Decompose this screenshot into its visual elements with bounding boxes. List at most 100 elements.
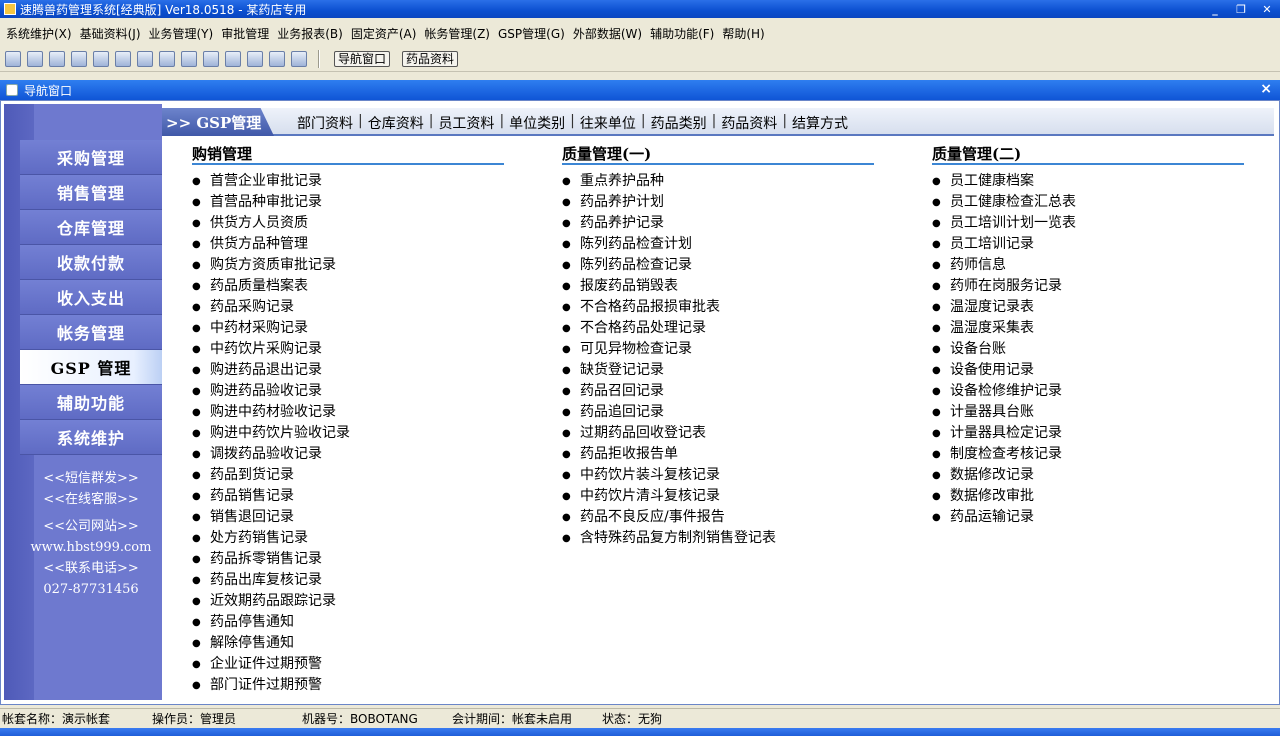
print-icon[interactable] bbox=[247, 50, 263, 67]
restore-button[interactable]: ❐ bbox=[1228, 3, 1254, 16]
grid-icon[interactable] bbox=[27, 50, 43, 67]
list-item-label[interactable]: 购进药品验收记录 bbox=[210, 381, 322, 402]
menu-external-data[interactable]: 外部数据(W) bbox=[569, 25, 646, 42]
list-item[interactable]: ● 药品不良反应/事件报告 bbox=[562, 507, 874, 528]
list-item[interactable]: ● 购货方资质审批记录 bbox=[192, 255, 504, 276]
list-item-label[interactable]: 计量器具检定记录 bbox=[950, 423, 1062, 444]
list-item-label[interactable]: 首营品种审批记录 bbox=[210, 192, 322, 213]
monitor-icon[interactable] bbox=[203, 50, 219, 67]
list-item-label[interactable]: 药品采购记录 bbox=[210, 297, 294, 318]
list-item[interactable]: ● 药品拆零销售记录 bbox=[192, 549, 504, 570]
link-drug-data[interactable]: 药品资料 bbox=[716, 113, 782, 133]
list-item-label[interactable]: 销售退回记录 bbox=[210, 507, 294, 528]
list-item[interactable]: ● 设备检修维护记录 bbox=[932, 381, 1244, 402]
list-item-label[interactable]: 药品拒收报告单 bbox=[580, 444, 678, 465]
sidebar-item-sales[interactable]: 销售管理 bbox=[20, 175, 162, 210]
list-item-label[interactable]: 报废药品销毁表 bbox=[580, 276, 678, 297]
list-item-label[interactable]: 过期药品回收登记表 bbox=[580, 423, 706, 444]
link-settlement[interactable]: 结算方式 bbox=[787, 113, 853, 133]
list-item[interactable]: ● 温湿度记录表 bbox=[932, 297, 1244, 318]
list-item-label[interactable]: 药品不良反应/事件报告 bbox=[580, 507, 725, 528]
list-item-label[interactable]: 药品出库复核记录 bbox=[210, 570, 322, 591]
sidebar-item-accounts[interactable]: 帐务管理 bbox=[20, 315, 162, 350]
list-item-label[interactable]: 购进中药饮片验收记录 bbox=[210, 423, 350, 444]
list-item[interactable]: ● 药师信息 bbox=[932, 255, 1244, 276]
list-item-label[interactable]: 企业证件过期预警 bbox=[210, 654, 322, 675]
list-item-label[interactable]: 购进药品退出记录 bbox=[210, 360, 322, 381]
menu-business[interactable]: 业务管理(Y) bbox=[145, 25, 218, 42]
list-item[interactable]: ● 员工培训记录 bbox=[932, 234, 1244, 255]
list-item-label[interactable]: 药品销售记录 bbox=[210, 486, 294, 507]
list-item-label[interactable]: 设备检修维护记录 bbox=[950, 381, 1062, 402]
list-item[interactable]: ● 中药饮片采购记录 bbox=[192, 339, 504, 360]
list-item-label[interactable]: 部门证件过期预警 bbox=[210, 675, 322, 696]
list-item[interactable]: ● 温湿度采集表 bbox=[932, 318, 1244, 339]
list-item-label[interactable]: 数据修改审批 bbox=[950, 486, 1034, 507]
website-link[interactable]: <<公司网站>> bbox=[20, 516, 162, 537]
list-item[interactable]: ● 药品销售记录 bbox=[192, 486, 504, 507]
list-item-label[interactable]: 可见异物检查记录 bbox=[580, 339, 692, 360]
save-icon[interactable] bbox=[225, 50, 241, 67]
sidebar-item-payments[interactable]: 收款付款 bbox=[20, 245, 162, 280]
list-item-label[interactable]: 近效期药品跟踪记录 bbox=[210, 591, 336, 612]
list-item[interactable]: ● 药品召回记录 bbox=[562, 381, 874, 402]
list-item-label[interactable]: 处方药销售记录 bbox=[210, 528, 308, 549]
list-item-label[interactable]: 不合格药品报损审批表 bbox=[580, 297, 720, 318]
menu-reports[interactable]: 业务报表(B) bbox=[273, 25, 347, 42]
list-item-label[interactable]: 设备台账 bbox=[950, 339, 1006, 360]
drug-data-button[interactable]: 药品资料 bbox=[402, 50, 459, 67]
link-departments[interactable]: 部门资料 bbox=[292, 113, 358, 133]
list-item-label[interactable]: 首营企业审批记录 bbox=[210, 171, 322, 192]
list-item[interactable]: ● 中药饮片清斗复核记录 bbox=[562, 486, 874, 507]
list-item-label[interactable]: 重点养护品种 bbox=[580, 171, 664, 192]
menu-fixed-assets[interactable]: 固定资产(A) bbox=[347, 25, 421, 42]
list-item[interactable]: ● 购进药品验收记录 bbox=[192, 381, 504, 402]
list-item-label[interactable]: 解除停售通知 bbox=[210, 633, 294, 654]
list-item[interactable]: ● 报废药品销毁表 bbox=[562, 276, 874, 297]
website-url[interactable]: www.hbst999.com bbox=[20, 537, 162, 558]
link-warehouses[interactable]: 仓库资料 bbox=[363, 113, 429, 133]
list-item[interactable]: ● 员工健康检查汇总表 bbox=[932, 192, 1244, 213]
list-item-label[interactable]: 供货方人员资质 bbox=[210, 213, 308, 234]
list-item-label[interactable]: 药品追回记录 bbox=[580, 402, 664, 423]
help-icon[interactable] bbox=[269, 50, 285, 67]
list-item-label[interactable]: 员工健康检查汇总表 bbox=[950, 192, 1076, 213]
window-icon[interactable] bbox=[49, 50, 65, 67]
menu-accounts[interactable]: 帐务管理(Z) bbox=[420, 25, 494, 42]
sidebar-item-warehouse[interactable]: 仓库管理 bbox=[20, 210, 162, 245]
list-item-label[interactable]: 员工培训记录 bbox=[950, 234, 1034, 255]
list-item[interactable]: ● 药品出库复核记录 bbox=[192, 570, 504, 591]
list-item[interactable]: ● 药品到货记录 bbox=[192, 465, 504, 486]
list-item-label[interactable]: 药师信息 bbox=[950, 255, 1006, 276]
menu-basic-data[interactable]: 基础资料(J) bbox=[76, 25, 145, 42]
list-item-label[interactable]: 药品质量档案表 bbox=[210, 276, 308, 297]
list-item[interactable]: ● 调拨药品验收记录 bbox=[192, 444, 504, 465]
list-item-label[interactable]: 员工健康档案 bbox=[950, 171, 1034, 192]
folder-icon[interactable] bbox=[159, 50, 175, 67]
list-item[interactable]: ● 数据修改审批 bbox=[932, 486, 1244, 507]
list-item-label[interactable]: 药品拆零销售记录 bbox=[210, 549, 322, 570]
minimize-button[interactable]: _ bbox=[1202, 3, 1228, 16]
list-item-label[interactable]: 供货方品种管理 bbox=[210, 234, 308, 255]
list-item[interactable]: ● 药品追回记录 bbox=[562, 402, 874, 423]
list-item[interactable]: ● 制度检查考核记录 bbox=[932, 444, 1244, 465]
list-item[interactable]: ● 缺货登记记录 bbox=[562, 360, 874, 381]
list-item-label[interactable]: 药师在岗服务记录 bbox=[950, 276, 1062, 297]
people-icon[interactable] bbox=[137, 50, 153, 67]
menu-approval[interactable]: 审批管理 bbox=[217, 25, 273, 42]
export-icon[interactable] bbox=[181, 50, 197, 67]
support-link[interactable]: <<在线客服>> bbox=[20, 489, 162, 510]
list-item-label[interactable]: 不合格药品处理记录 bbox=[580, 318, 706, 339]
list-item-label[interactable]: 购货方资质审批记录 bbox=[210, 255, 336, 276]
list-item-label[interactable]: 缺货登记记录 bbox=[580, 360, 664, 381]
chat-icon[interactable] bbox=[71, 50, 87, 67]
list-item-label[interactable]: 设备使用记录 bbox=[950, 360, 1034, 381]
list-item-label[interactable]: 含特殊药品复方制剂销售登记表 bbox=[580, 528, 776, 549]
list-item[interactable]: ● 首营品种审批记录 bbox=[192, 192, 504, 213]
list-item[interactable]: ● 近效期药品跟踪记录 bbox=[192, 591, 504, 612]
list-item-label[interactable]: 药品停售通知 bbox=[210, 612, 294, 633]
list-item-label[interactable]: 调拨药品验收记录 bbox=[210, 444, 322, 465]
list-item[interactable]: ● 不合格药品报损审批表 bbox=[562, 297, 874, 318]
list-item-label[interactable]: 药品到货记录 bbox=[210, 465, 294, 486]
list-item-label[interactable]: 温湿度记录表 bbox=[950, 297, 1034, 318]
